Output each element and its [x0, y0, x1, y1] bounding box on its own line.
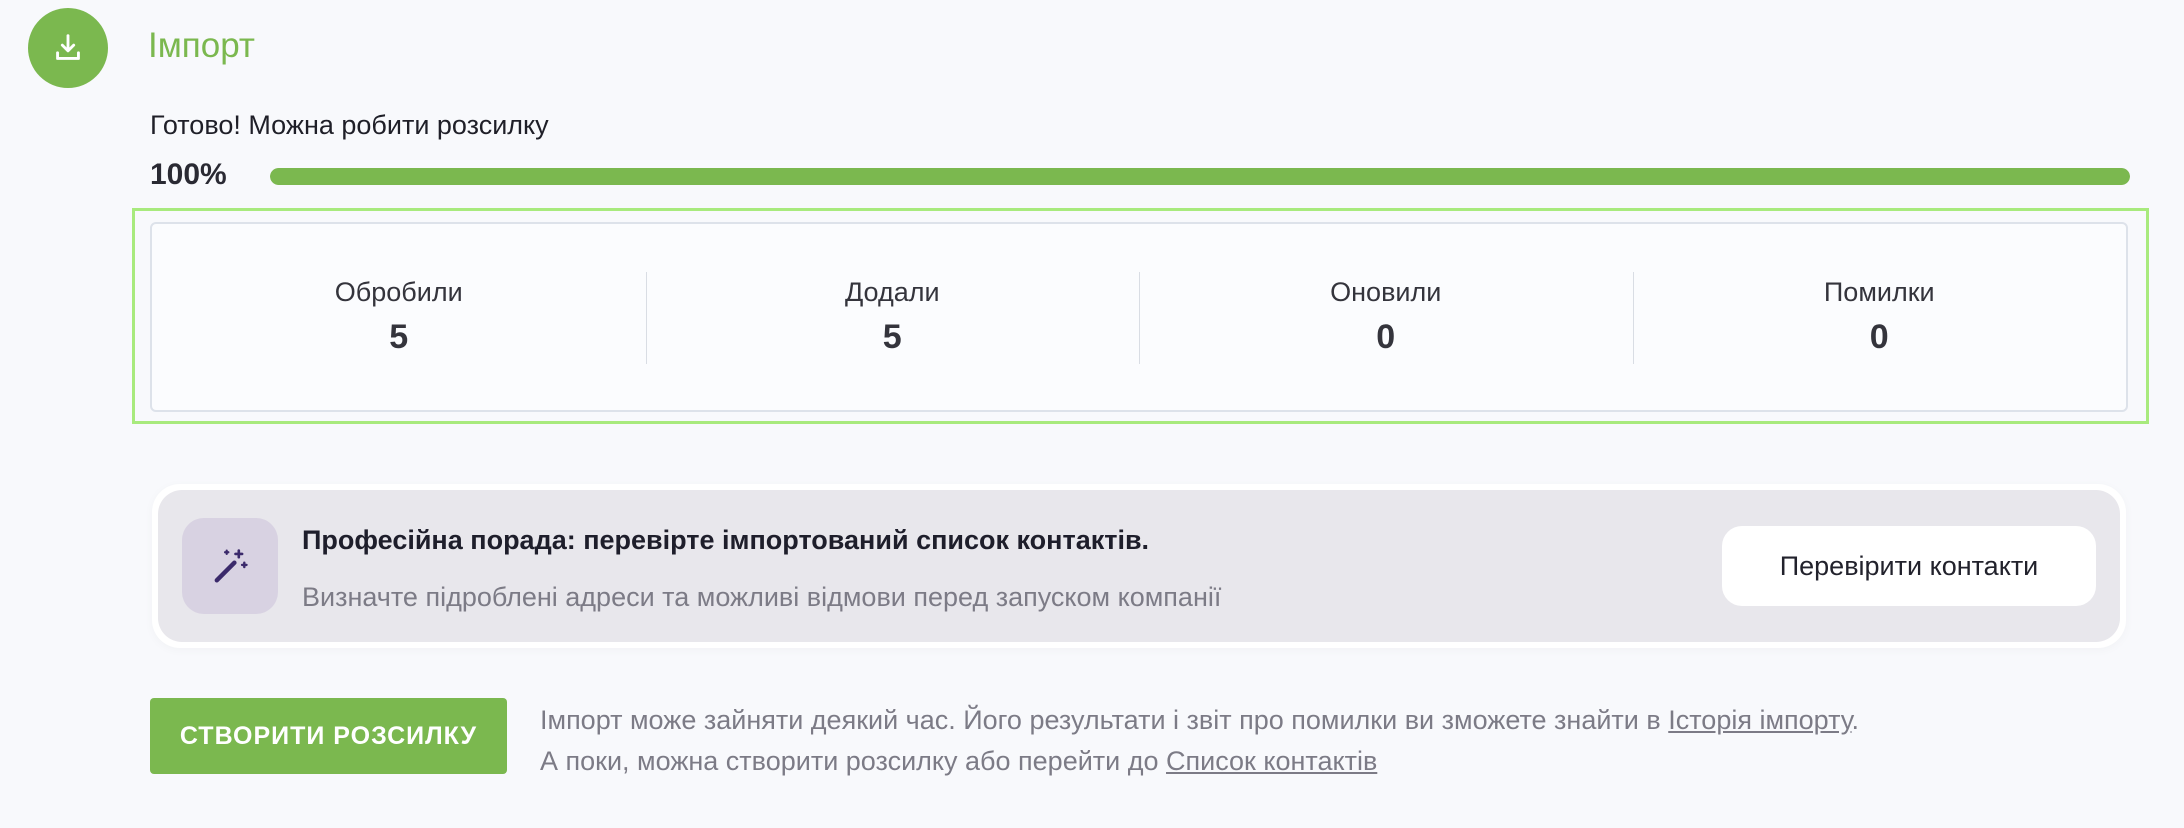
- stat-label: Помилки: [1823, 277, 1935, 307]
- stat-errors: Помилки 0: [1632, 224, 2127, 410]
- check-contacts-button[interactable]: Перевірити контакти: [1722, 526, 2096, 606]
- import-info-text: Імпорт може зайняти деякий час. Його рез…: [540, 700, 1859, 782]
- stat-updated: Оновили 0: [1139, 224, 1633, 410]
- info-text: А поки, можна створити розсилку або пере…: [540, 746, 1167, 776]
- tip-description: Визначте підроблені адреси та можливі ві…: [302, 582, 1222, 612]
- magic-wand-icon: [182, 518, 278, 614]
- progress-bar-fill: [270, 168, 2130, 185]
- tip-title: Професійна порада: перевірте імпортовани…: [302, 525, 1150, 555]
- stat-value: 0: [1869, 318, 1889, 356]
- stat-label: Обробили: [334, 277, 463, 307]
- stat-processed: Обробили 5: [152, 224, 646, 410]
- progress-percent: 100%: [150, 158, 227, 191]
- import-history-link[interactable]: Історія імпорту: [1668, 705, 1851, 735]
- create-campaign-button[interactable]: СТВОРИТИ РОЗСИЛКУ: [150, 698, 507, 774]
- import-status-text: Готово! Можна робити розсилку: [150, 110, 549, 140]
- stat-label: Оновили: [1330, 277, 1442, 307]
- stat-label: Додали: [844, 277, 940, 307]
- download-icon: [28, 8, 108, 88]
- stat-value: 5: [882, 318, 902, 356]
- progress-bar: [270, 168, 2130, 185]
- stat-value: 0: [1376, 318, 1396, 356]
- info-text-end: .: [1851, 705, 1860, 735]
- stat-value: 5: [389, 318, 409, 356]
- info-line-1: Імпорт може зайняти деякий час. Його рез…: [540, 700, 1859, 741]
- info-text: Імпорт може зайняти деякий час. Його рез…: [540, 705, 1669, 735]
- import-page: Імпорт Готово! Можна робити розсилку 100…: [0, 0, 2184, 828]
- stat-added: Додали 5: [645, 224, 1140, 410]
- import-stats-card: Обробили 5 Додали 5 Оновили 0 Помилки 0: [150, 222, 2128, 412]
- contact-list-link[interactable]: Список контактів: [1166, 746, 1377, 776]
- info-line-2: А поки, можна створити розсилку або пере…: [540, 741, 1859, 782]
- page-title: Імпорт: [148, 26, 255, 65]
